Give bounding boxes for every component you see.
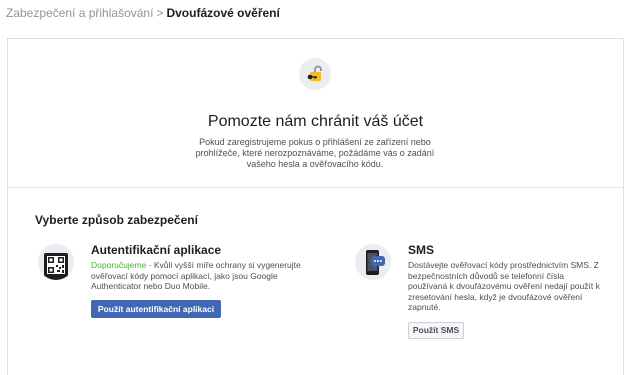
breadcrumb-parent-link[interactable]: Zabezpečení a přihlašování	[6, 6, 153, 20]
breadcrumb-separator: >	[156, 6, 164, 20]
auth-app-title: Autentifikační aplikace	[91, 243, 222, 257]
hero-title: Pomozte nám chránit váš účet	[207, 113, 424, 130]
hero-section: Pomozte nám chránit váš účet Pokud zareg…	[8, 39, 623, 188]
padlock-key-icon	[299, 58, 331, 90]
recommended-separator: ·	[146, 260, 154, 270]
methods-heading: Vyberte způsob zabezpečení	[35, 213, 198, 227]
sms-title: SMS	[408, 243, 435, 257]
qr-phone-icon	[38, 244, 74, 280]
use-auth-app-button[interactable]: Použít autentifikační aplikaci	[91, 300, 221, 318]
use-sms-button[interactable]: Použít SMS	[408, 322, 464, 339]
breadcrumb-current: Dvoufázové ověření	[166, 6, 280, 20]
auth-app-description: Doporučujeme · Kvůli vyšší míře ochrany …	[91, 260, 313, 292]
two-factor-card: Pomozte nám chránit váš účet Pokud zareg…	[7, 38, 624, 375]
breadcrumb: Zabezpečení a přihlašování > Dvoufázové ov…	[6, 5, 280, 21]
hero-description: Pokud zaregistrujeme pokus o přihlášení …	[195, 137, 435, 169]
recommended-label: Doporučujeme	[91, 260, 147, 270]
sms-description: Dostávejte ověřovací kódy prostřednictví…	[408, 260, 600, 312]
sms-phone-icon	[355, 244, 391, 280]
